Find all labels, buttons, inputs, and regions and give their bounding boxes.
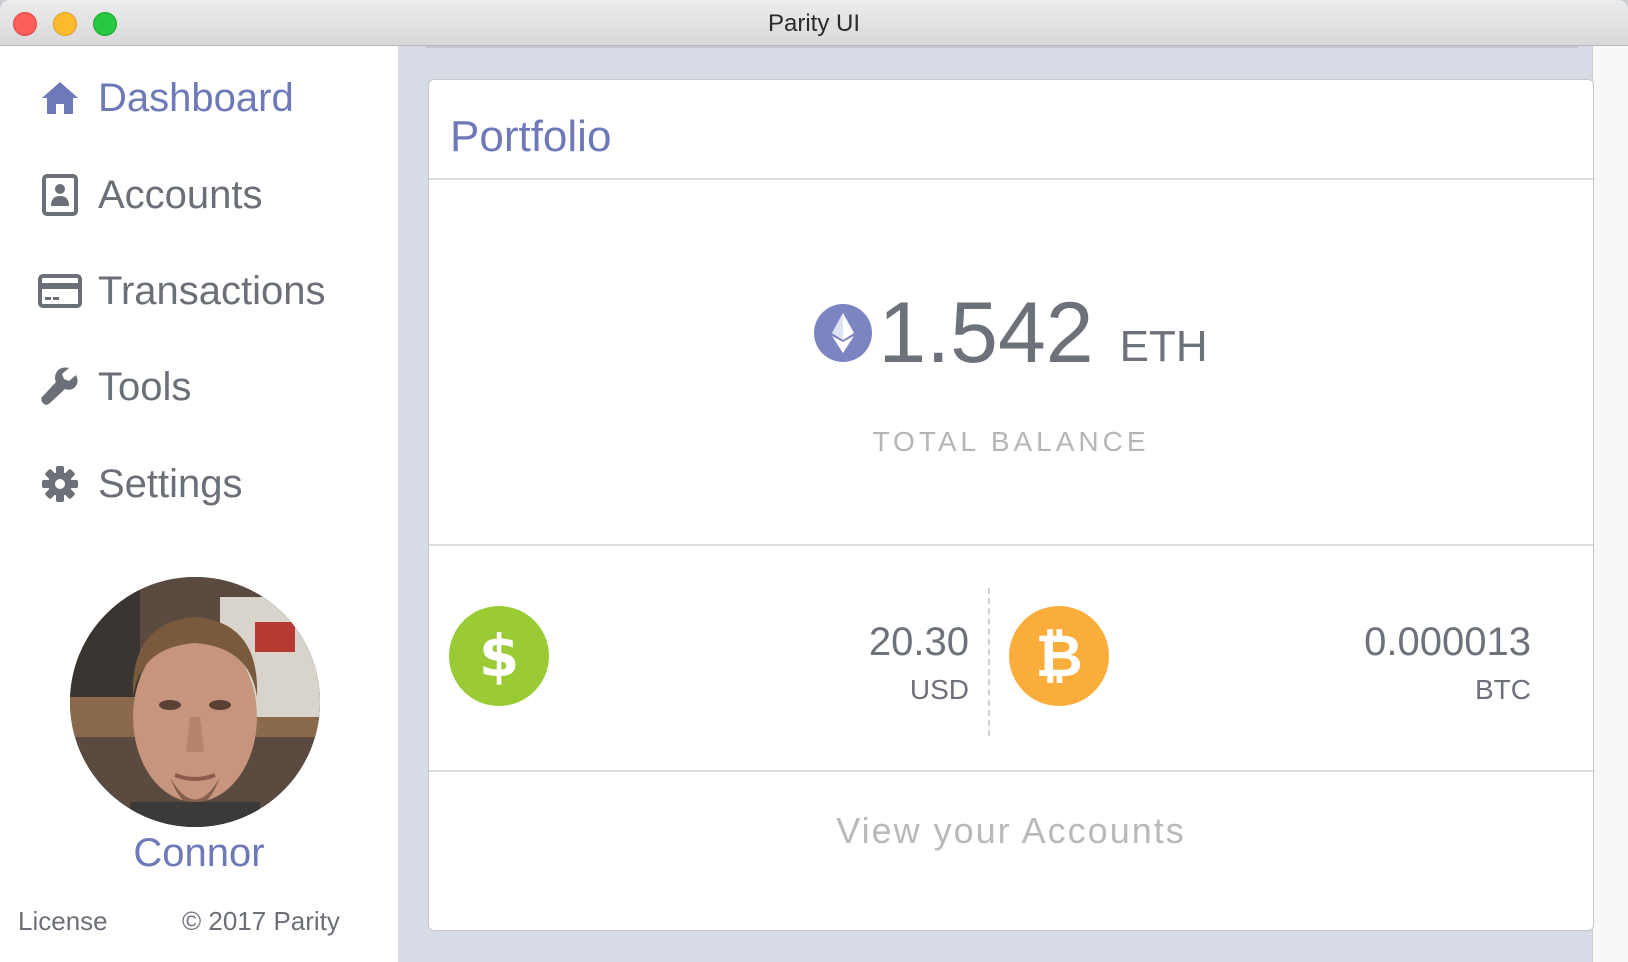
eth-unit: ETH [1119, 322, 1208, 371]
sidebar-item-accounts[interactable]: Accounts [38, 170, 263, 220]
contact-card-icon [38, 173, 82, 217]
btc-unit: BTC [1475, 674, 1531, 705]
sidebar-item-dashboard[interactable]: Dashboard [38, 73, 294, 123]
top-divider [426, 46, 1578, 48]
btc-symbol: ₿ [1035, 622, 1083, 690]
view-accounts-link[interactable]: View your Accounts [429, 810, 1593, 852]
divider [429, 178, 1593, 180]
bitcoin-icon: ₿ [1009, 606, 1109, 706]
window-title: Parity UI [767, 10, 860, 37]
scrollbar-track[interactable] [1592, 46, 1628, 962]
total-balance-label: TOTAL BALANCE [872, 426, 1150, 457]
sidebar-item-label: Dashboard [98, 75, 294, 120]
btc-amount: 0.000013 [1364, 620, 1531, 664]
sidebar-item-label: Accounts [98, 172, 263, 217]
main-content: Portfolio 1.542 ETH TOTAL BALANCE $ 20.3 [398, 46, 1628, 962]
divider [429, 770, 1593, 772]
dollar-icon: $ [449, 606, 549, 706]
app-window: Parity UI Dashboard Accounts Transaction… [0, 0, 1628, 962]
ethereum-icon [814, 304, 873, 362]
usd-symbol: $ [478, 622, 520, 690]
divider [429, 544, 1593, 546]
sidebar: Dashboard Accounts Transactions Tools Se… [0, 46, 398, 962]
sidebar-item-transactions[interactable]: Transactions [38, 266, 326, 316]
credit-card-icon [38, 269, 82, 313]
sidebar-item-tools[interactable]: Tools [38, 362, 191, 412]
dashed-divider [988, 588, 990, 736]
sidebar-item-label: Tools [98, 364, 192, 409]
avatar[interactable] [70, 577, 320, 827]
eth-amount: 1.542 [878, 285, 1094, 381]
portfolio-card: Portfolio 1.542 ETH TOTAL BALANCE $ 20.3 [428, 79, 1594, 931]
title-bar: Parity UI [0, 0, 1628, 46]
gear-icon [38, 462, 82, 506]
home-icon [38, 76, 82, 120]
card-title: Portfolio [450, 112, 612, 161]
copyright-text: © 2017 Parity [182, 906, 340, 936]
sidebar-item-label: Transactions [98, 268, 326, 313]
usd-unit: USD [909, 674, 969, 705]
usd-amount: 20.30 [868, 620, 969, 664]
eth-balance: 1.542 ETH [429, 290, 1593, 376]
sidebar-item-label: Settings [98, 461, 243, 506]
sidebar-item-settings[interactable]: Settings [38, 459, 243, 509]
wrench-icon [38, 365, 82, 409]
license-link[interactable]: License [18, 906, 108, 937]
user-name[interactable]: Connor [0, 831, 398, 876]
